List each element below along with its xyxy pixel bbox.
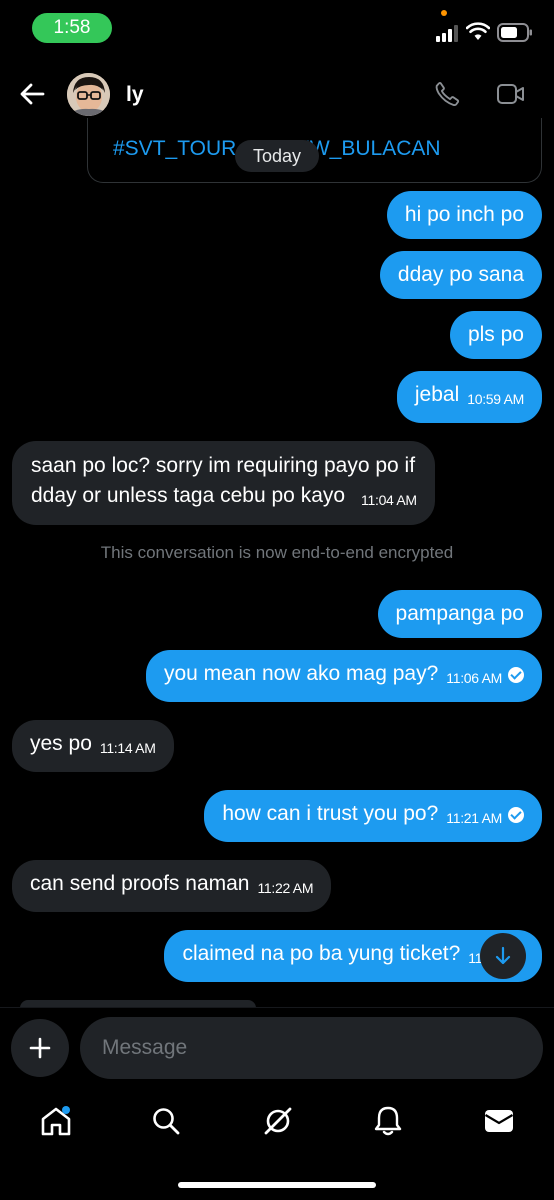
notifications-icon bbox=[374, 1106, 402, 1136]
message-timestamp: 11:14 AM bbox=[99, 740, 156, 756]
message-text: you mean now ako mag pay? bbox=[163, 662, 439, 685]
add-attachment-button[interactable] bbox=[11, 1019, 69, 1077]
message-text: claimed na po ba yung ticket? bbox=[182, 942, 461, 965]
nav-grok[interactable] bbox=[260, 1103, 296, 1139]
message-bubble-sent[interactable]: how can i trust you po? 11:21 AM bbox=[204, 790, 542, 842]
message-bubble-received[interactable]: can send proofs naman 11:22 AM bbox=[12, 860, 332, 912]
message-bubble-sent[interactable]: you mean now ako mag pay? 11:06 AM bbox=[145, 650, 542, 702]
home-icon bbox=[41, 1106, 71, 1136]
battery-icon bbox=[497, 23, 532, 42]
video-call-icon[interactable] bbox=[496, 82, 526, 106]
messages-icon bbox=[484, 1110, 514, 1132]
nav-messages[interactable] bbox=[481, 1103, 517, 1139]
message-text: hi po inch po bbox=[404, 203, 524, 226]
encryption-notice: This conversation is now end-to-end encr… bbox=[100, 543, 454, 562]
message-bubble-sent[interactable]: dday po sana bbox=[379, 251, 542, 299]
message-text: jebal bbox=[414, 383, 460, 406]
message-bubble-received[interactable]: saan po loc? sorry im requiring payo po … bbox=[12, 441, 435, 525]
message-bubble-sent[interactable]: hi po inch po bbox=[386, 191, 542, 239]
message-timestamp: 11:21 AM bbox=[446, 810, 502, 826]
message-text: dday po sana bbox=[397, 263, 524, 286]
message-text: saan po loc? sorry im requiring payo po … bbox=[31, 454, 416, 477]
message-bubble-sent[interactable]: jebal 10:59 AM bbox=[396, 371, 542, 423]
message-timestamp: 11:04 AM bbox=[361, 492, 417, 508]
nav-home[interactable] bbox=[38, 1103, 74, 1139]
message-timestamp: 11:06 AM bbox=[446, 670, 502, 686]
message-bubble-sent[interactable]: pls po bbox=[449, 311, 542, 359]
message-bubble-sent[interactable]: pampanga po bbox=[377, 590, 542, 638]
contact-avatar[interactable] bbox=[67, 73, 110, 116]
message-text: how can i trust you po? bbox=[222, 802, 439, 825]
nav-search[interactable] bbox=[148, 1103, 184, 1139]
read-receipt-icon bbox=[508, 667, 524, 683]
wifi-icon bbox=[466, 22, 490, 40]
message-timestamp: 10:59 AM bbox=[467, 391, 524, 407]
grok-icon bbox=[264, 1107, 292, 1135]
scroll-to-bottom-button[interactable] bbox=[480, 933, 526, 979]
composer-divider bbox=[0, 1007, 554, 1008]
privacy-indicator bbox=[441, 10, 447, 16]
message-text: pls po bbox=[467, 323, 524, 346]
cellular-signal-icon bbox=[436, 25, 458, 42]
arrow-down-icon bbox=[495, 946, 511, 965]
message-timestamp: 11:22 AM bbox=[257, 880, 314, 896]
nav-notifications[interactable] bbox=[370, 1103, 406, 1139]
search-icon bbox=[153, 1108, 180, 1135]
home-indicator bbox=[178, 1182, 376, 1188]
message-text: can send proofs naman bbox=[30, 872, 250, 895]
message-text-continued: dday or unless taga cebu po kayo bbox=[31, 484, 346, 507]
read-receipt-icon bbox=[508, 807, 524, 823]
message-text: yes po bbox=[30, 732, 92, 755]
message-text: pampanga po bbox=[395, 602, 524, 625]
status-time: 1:58 bbox=[32, 13, 112, 43]
message-input[interactable] bbox=[80, 1017, 543, 1079]
contact-name[interactable]: ly bbox=[126, 83, 144, 107]
message-bubble-received[interactable]: yes po 11:14 AM bbox=[12, 720, 174, 772]
plus-icon bbox=[29, 1037, 51, 1059]
back-arrow-icon[interactable] bbox=[19, 82, 45, 106]
phone-call-icon[interactable] bbox=[433, 80, 461, 108]
date-divider: Today bbox=[235, 140, 319, 172]
